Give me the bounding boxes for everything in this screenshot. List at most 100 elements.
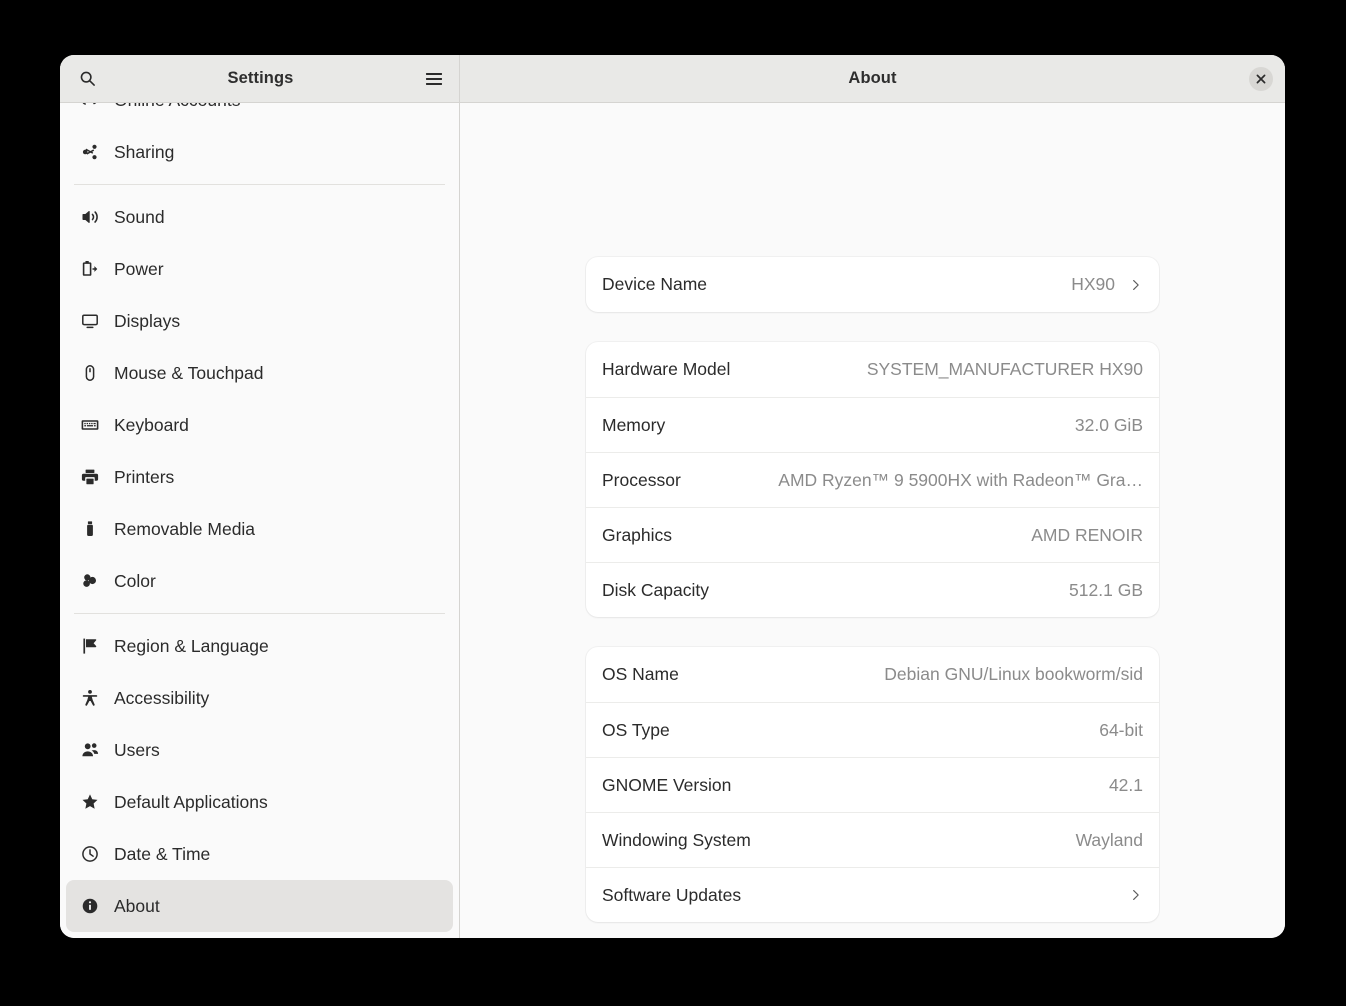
row-value: Wayland [1075, 829, 1143, 850]
sidebar-item-removable-media[interactable]: Removable Media [66, 503, 453, 555]
row-label: OS Name [602, 664, 679, 684]
row-value: AMD Ryzen™ 9 5900HX with Radeon™ Gra… [778, 469, 1143, 490]
sidebar-item-accessibility[interactable]: Accessibility [66, 672, 453, 724]
row-value: 42.1 [1108, 774, 1143, 795]
monitor-icon [80, 311, 100, 331]
sidebar-item-online-accounts[interactable]: Online Accounts [66, 103, 453, 126]
sidebar-item-label: Power [114, 258, 164, 279]
row-value: 512.1 GB [1069, 579, 1143, 600]
row-value: 32.0 GiB [1074, 414, 1143, 435]
sidebar-item-date-time[interactable]: Date & Time [66, 828, 453, 880]
sidebar-separator [74, 613, 445, 614]
window-headerbar: Settings About [60, 55, 1285, 103]
sidebar-headerbar: Settings [60, 55, 460, 102]
sidebar-item-power[interactable]: Power [66, 243, 453, 295]
sidebar-item-default-applications[interactable]: Default Applications [66, 776, 453, 828]
sidebar-item-about[interactable]: About [66, 880, 453, 932]
row-value: Debian GNU/Linux bookworm/sid [884, 664, 1143, 684]
row-hardware-model: Hardware Model SYSTEM_MANUFACTURER HX90 [586, 342, 1159, 397]
search-icon[interactable] [72, 64, 102, 94]
device-name-card: Device Name HX90 [586, 257, 1159, 312]
row-windowing-system: Windowing System Wayland [586, 812, 1159, 867]
row-processor: Processor AMD Ryzen™ 9 5900HX with Radeon… [586, 452, 1159, 507]
row-value: SYSTEM_MANUFACTURER HX90 [866, 359, 1143, 379]
row-label: OS Type [602, 719, 670, 740]
sidebar-separator [74, 184, 445, 185]
row-gnome-version: GNOME Version 42.1 [586, 757, 1159, 812]
window-body: Online Accounts Sharing Sound Power Displays… [60, 103, 1285, 938]
users-icon [80, 740, 100, 760]
sidebar-item-label: Region & Language [114, 635, 269, 656]
row-memory: Memory 32.0 GiB [586, 397, 1159, 452]
row-label: Hardware Model [602, 359, 731, 379]
row-os-type: OS Type 64-bit [586, 702, 1159, 757]
row-label: Windowing System [602, 829, 751, 850]
battery-icon [80, 259, 100, 279]
sidebar-item-label: Accessibility [114, 687, 210, 708]
about-panel: Device Name HX90 Hardware Model SYSTEM_MANU… [460, 103, 1285, 938]
row-disk-capacity: Disk Capacity 512.1 GB [586, 562, 1159, 617]
sidebar-item-label: Printers [114, 466, 175, 487]
printer-icon [80, 467, 100, 487]
row-label: Processor [602, 469, 681, 490]
sidebar-item-region-language[interactable]: Region & Language [66, 620, 453, 672]
about-cards: Device Name HX90 Hardware Model SYSTEM_MANU… [586, 103, 1159, 922]
info-circle-icon [80, 896, 100, 916]
row-software-updates[interactable]: Software Updates [586, 867, 1159, 922]
row-os-name: OS Name Debian GNU/Linux bookworm/sid [586, 647, 1159, 702]
row-value: 64-bit [1099, 719, 1143, 740]
row-device-name[interactable]: Device Name HX90 [586, 257, 1159, 312]
sidebar-item-label: Mouse & Touchpad [114, 362, 264, 383]
row-value: HX90 [1071, 274, 1115, 294]
chevron-right-icon [1129, 278, 1143, 292]
sidebar-item-label: Color [114, 570, 156, 591]
sidebar-list: Online Accounts Sharing Sound Power Displays… [66, 103, 453, 932]
hamburger-menu-icon[interactable] [419, 64, 449, 94]
speaker-icon [80, 207, 100, 227]
page-title: About [848, 69, 897, 87]
row-graphics: Graphics AMD RENOIR [586, 507, 1159, 562]
sidebar-item-sharing[interactable]: Sharing [66, 126, 453, 178]
sidebar-item-label: Users [114, 739, 160, 760]
close-icon[interactable] [1249, 66, 1273, 91]
sidebar-item-label: Displays [114, 310, 181, 331]
row-label: Device Name [602, 274, 708, 294]
sidebar-item-label: Sound [114, 206, 165, 227]
row-label: GNOME Version [602, 774, 732, 795]
software-card: OS Name Debian GNU/Linux bookworm/sid OS T… [586, 647, 1159, 922]
sidebar-item-label: Online Accounts [114, 103, 240, 111]
sidebar-item-label: Removable Media [114, 518, 256, 539]
keyboard-icon [80, 415, 100, 435]
sidebar-item-sound[interactable]: Sound [66, 191, 453, 243]
flag-icon [80, 636, 100, 656]
row-label: Graphics [602, 524, 673, 545]
row-label: Memory [602, 414, 666, 435]
clock-icon [80, 844, 100, 864]
sidebar-item-printers[interactable]: Printers [66, 451, 453, 503]
row-value: AMD RENOIR [1031, 524, 1143, 545]
settings-sidebar[interactable]: Online Accounts Sharing Sound Power Displays… [60, 103, 460, 938]
chevron-right-icon [1129, 888, 1143, 902]
sidebar-item-label: Keyboard [114, 414, 189, 435]
sidebar-item-displays[interactable]: Displays [66, 295, 453, 347]
usb-drive-icon [80, 519, 100, 539]
share-icon [80, 142, 100, 162]
sidebar-item-keyboard[interactable]: Keyboard [66, 399, 453, 451]
mouse-icon [80, 363, 100, 383]
content-headerbar: About [460, 55, 1285, 102]
sidebar-item-label: Date & Time [114, 843, 211, 864]
color-circles-icon [80, 571, 100, 591]
sidebar-item-label: About [114, 895, 160, 916]
sidebar-item-label: Default Applications [114, 791, 268, 812]
star-icon [80, 792, 100, 812]
row-label: Disk Capacity [602, 579, 709, 600]
hardware-card: Hardware Model SYSTEM_MANUFACTURER HX90 Me… [586, 342, 1159, 617]
settings-title: Settings [227, 69, 294, 87]
sidebar-item-color[interactable]: Color [66, 555, 453, 607]
sidebar-item-label: Sharing [114, 141, 175, 162]
row-label: Software Updates [602, 884, 742, 905]
sidebar-item-mouse-touchpad[interactable]: Mouse & Touchpad [66, 347, 453, 399]
settings-window: Settings About Online Accounts Sharing Sou… [60, 55, 1285, 938]
cloud-accounts-icon [80, 103, 100, 110]
sidebar-item-users[interactable]: Users [66, 724, 453, 776]
